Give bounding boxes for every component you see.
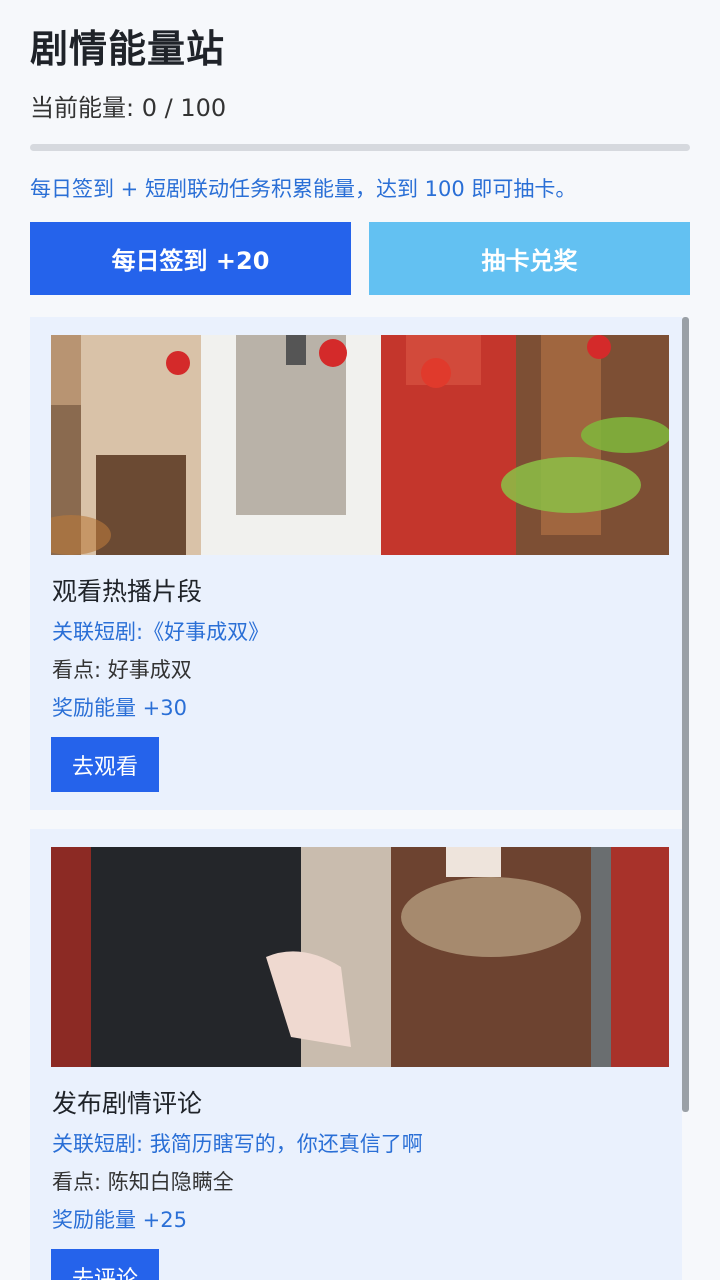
task-reward: 奖励能量 +30	[52, 696, 187, 720]
page-title: 剧情能量站	[30, 27, 226, 71]
task-name: 发布剧情评论	[52, 1089, 203, 1118]
draw-card-button[interactable]: 抽卡兑奖	[369, 222, 690, 295]
task-list-scrollbar[interactable]	[682, 317, 689, 1112]
watch-button[interactable]: 去观看	[51, 737, 159, 792]
related-drama[interactable]: 关联短剧:《好事成双》	[52, 616, 269, 646]
energy-readout: 当前能量: 0 / 100	[30, 94, 227, 122]
task-highlight: 看点: 好事成双	[52, 658, 192, 682]
energy-hint: 每日签到 + 短剧联动任务积累能量，达到 100 即可抽卡。	[30, 177, 577, 201]
daily-checkin-button[interactable]: 每日签到 +20	[30, 222, 351, 295]
energy-station-page: 剧情能量站 当前能量: 0 / 100 每日签到 + 短剧联动任务积累能量，达到…	[0, 0, 720, 1280]
task-list[interactable]: 观看热播片段 关联短剧:《好事成双》 看点: 好事成双 奖励能量 +30 去观看	[30, 317, 690, 1280]
drama-thumbnail[interactable]	[51, 847, 669, 1067]
action-button-row: 每日签到 +20 抽卡兑奖	[30, 222, 690, 295]
task-reward: 奖励能量 +25	[52, 1208, 187, 1232]
related-drama[interactable]: 关联短剧: 我简历瞎写的，你还真信了啊	[52, 1128, 423, 1158]
task-name: 观看热播片段	[52, 577, 203, 606]
energy-progress-bar	[30, 144, 690, 151]
task-card: 观看热播片段 关联短剧:《好事成双》 看点: 好事成双 奖励能量 +30 去观看	[30, 317, 682, 810]
drama-thumbnail[interactable]	[51, 335, 669, 555]
task-card: 发布剧情评论 关联短剧: 我简历瞎写的，你还真信了啊 看点: 陈知白隐瞒全 奖励…	[30, 829, 682, 1280]
comment-button[interactable]: 去评论	[51, 1249, 159, 1280]
task-highlight: 看点: 陈知白隐瞒全	[52, 1170, 234, 1194]
